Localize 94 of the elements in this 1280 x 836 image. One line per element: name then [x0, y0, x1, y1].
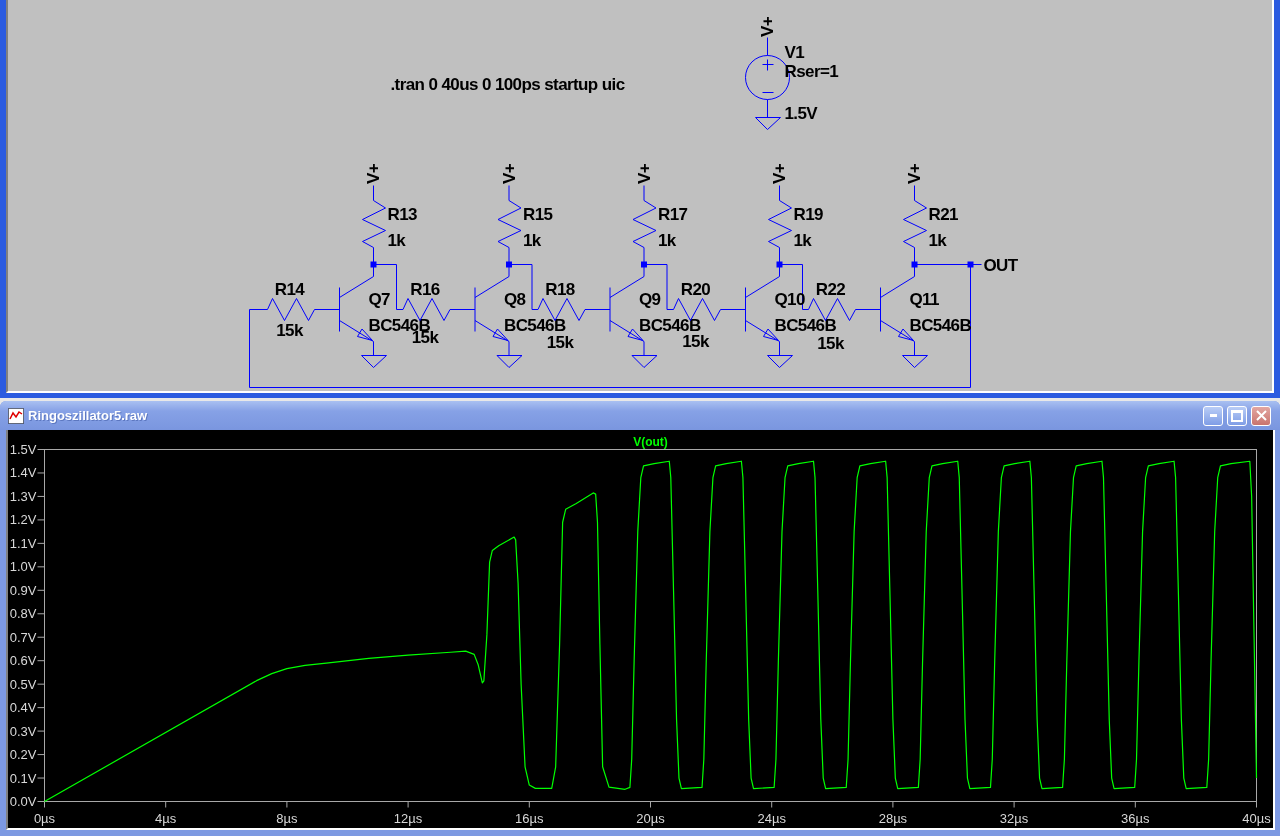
trace-label: V(out) — [633, 434, 668, 449]
y-axis-label: 1.3V — [9, 488, 37, 504]
y-axis-label: 0.2V — [9, 747, 37, 763]
wire — [767, 37, 768, 56]
resistor-symbol — [402, 298, 451, 321]
x-axis-label: 28µs — [878, 810, 908, 826]
resistor-symbol — [768, 200, 792, 248]
ground-symbol — [902, 355, 928, 368]
component-label: V1 — [784, 42, 805, 62]
y-axis-label: 0.6V — [9, 653, 37, 669]
value-label: 1k — [387, 230, 406, 250]
ground-symbol — [755, 117, 781, 130]
resistor-symbol — [497, 200, 522, 248]
resistor-label: R13 — [387, 204, 417, 224]
resistor-symbol — [537, 298, 586, 321]
spice-directive: .tran 0 40us 0 100ps startup uic — [390, 74, 625, 94]
wire — [779, 185, 780, 201]
value-label: 15k — [817, 333, 844, 353]
y-axis-label: 1.2V — [9, 512, 37, 528]
close-button[interactable] — [1251, 405, 1271, 426]
net-label: V+ — [364, 163, 383, 185]
x-axis-label: 0µs — [33, 810, 56, 826]
net-label: V+ — [770, 163, 789, 185]
x-axis-label: 24µs — [757, 810, 786, 826]
model-label: BC546B — [504, 315, 566, 335]
ground-symbol — [361, 355, 387, 368]
value-label: 1.5V — [784, 103, 818, 123]
transistor-label: Q11 — [909, 289, 939, 309]
maximize-button[interactable] — [1227, 405, 1247, 426]
resistor-symbol — [632, 200, 657, 248]
value-label: 15k — [276, 320, 303, 340]
ground-symbol — [631, 355, 658, 368]
resistor-label: R20 — [680, 279, 711, 299]
y-axis-label: 1.4V — [9, 465, 37, 481]
value-label: 1k — [793, 230, 812, 250]
x-axis-label: 32µs — [999, 810, 1029, 826]
transistor-label: Q8 — [504, 289, 526, 309]
y-axis-label: 1.1V — [9, 535, 37, 551]
transistor-label: Q9 — [639, 289, 661, 309]
model-label: BC546B — [774, 315, 837, 335]
net-label: V+ — [905, 163, 924, 185]
x-axis-label: 20µs — [636, 810, 665, 826]
y-axis-label: 0.7V — [9, 629, 37, 645]
y-axis-label: 0.4V — [9, 700, 37, 716]
y-axis-label: 0.1V — [9, 770, 37, 786]
y-axis-label: 0.3V — [9, 723, 37, 739]
chart-icon — [8, 407, 24, 424]
close-icon — [1255, 410, 1267, 421]
resistor-label: R21 — [928, 204, 958, 224]
resistor-symbol — [673, 298, 721, 321]
resistor-label: R15 — [523, 204, 553, 224]
resistor-label: R14 — [274, 279, 305, 299]
x-axis-label: 8µs — [276, 810, 298, 826]
wire — [508, 185, 510, 201]
y-axis-label: 0.8V — [9, 606, 37, 622]
wire — [767, 99, 768, 118]
minimize-button[interactable] — [1203, 405, 1223, 426]
resistor-label: R22 — [815, 279, 846, 299]
resistor-symbol — [903, 200, 927, 248]
net-label: OUT — [983, 255, 1018, 275]
y-axis-label: 1.5V — [9, 442, 37, 457]
x-axis-label: 12µs — [393, 810, 423, 826]
wire — [914, 185, 915, 201]
maximize-icon — [1231, 409, 1243, 422]
value-label: 15k — [546, 332, 574, 352]
minimize-icon — [1209, 414, 1217, 417]
y-axis-label: 0.0V — [9, 794, 37, 809]
resistor-symbol — [362, 200, 386, 248]
transistor-label: Q7 — [368, 289, 390, 309]
value-label: 1k — [928, 230, 947, 250]
resistor-label: R19 — [793, 204, 823, 224]
net-label: V+ — [758, 16, 777, 38]
y-axis-label: 0.9V — [9, 582, 37, 598]
value-label: 1k — [658, 230, 676, 250]
resistor-symbol — [267, 298, 315, 321]
net-label: V+ — [499, 163, 519, 185]
x-axis-label: 40µs — [1242, 810, 1271, 826]
resistor-label: R17 — [658, 204, 688, 224]
resistor-symbol — [808, 298, 856, 321]
resistor-label: R18 — [545, 279, 575, 299]
y-axis-label: 0.5V — [9, 676, 37, 692]
parameter-label: Rser=1 — [784, 61, 839, 81]
ground-symbol — [767, 355, 793, 368]
y-axis-label: 1.0V — [9, 559, 37, 575]
value-label: 1k — [523, 230, 541, 250]
x-axis-label: 36µs — [1121, 810, 1150, 826]
resistor-label: R16 — [410, 279, 440, 299]
window-title: Ringoszillator5.raw — [28, 408, 148, 423]
x-axis-label: 16µs — [515, 810, 544, 826]
wire — [643, 185, 645, 201]
wire — [373, 185, 374, 201]
x-axis-label: 4µs — [155, 810, 177, 826]
net-label: V+ — [634, 163, 654, 185]
ground-symbol — [496, 355, 523, 368]
